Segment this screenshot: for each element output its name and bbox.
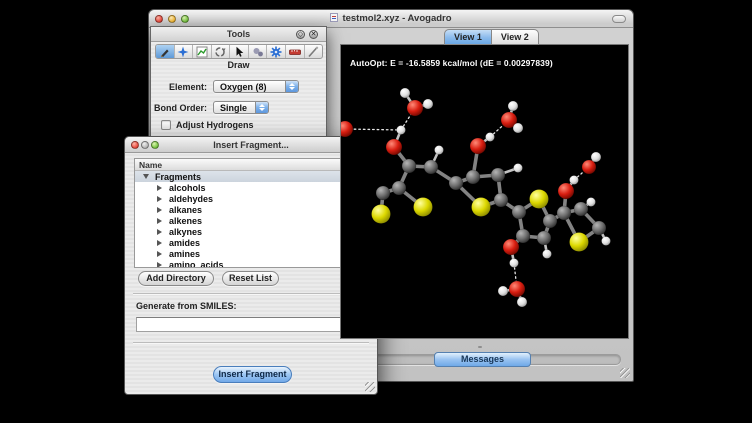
tree-item[interactable]: amino_acids (135, 259, 357, 268)
popup-arrows-icon (255, 102, 268, 113)
disclosure-closed-icon[interactable] (157, 251, 162, 257)
wand-icon (307, 46, 319, 58)
insert-fragment-button[interactable]: Insert Fragment (213, 366, 292, 383)
smiles-label: Generate from SMILES: (136, 301, 237, 311)
auto-rotate-tool-button[interactable] (249, 45, 268, 58)
draw-tool-button[interactable] (156, 45, 175, 58)
window-resize-grip[interactable] (620, 368, 630, 378)
gear-icon (270, 46, 282, 58)
molecule-svg (341, 45, 628, 338)
fragment-list: Name Fragments alcohols aldehydes alkane… (134, 158, 369, 268)
tree-item[interactable]: alcohols (135, 182, 357, 193)
pencil-icon (159, 46, 171, 58)
window-title: testmol2.xyz - Avogadro (149, 13, 633, 24)
adjust-hydrogens-checkbox[interactable] (161, 120, 171, 130)
popup-arrows-icon (285, 81, 298, 92)
tool-toolbar (155, 44, 323, 59)
document-icon (330, 13, 338, 22)
tree-item[interactable]: amides (135, 237, 357, 248)
dialog-resize-grip[interactable] (365, 382, 375, 392)
element-dropdown[interactable]: Oxygen (8) (213, 80, 299, 93)
spheres-icon (252, 46, 264, 58)
separator (133, 342, 369, 344)
tool-section-title: Draw (151, 60, 326, 70)
adjust-hydrogens-label: Adjust Hydrogens (176, 120, 254, 130)
element-label: Element: (151, 82, 207, 92)
align-tool-button[interactable] (305, 45, 323, 58)
autoopt-status-text: AutoOpt: E = -16.5859 kcal/mol (dE = 0.0… (350, 58, 553, 68)
smiles-input[interactable] (136, 317, 365, 332)
rotate-icon (214, 46, 226, 58)
manipulate-tool-button[interactable] (212, 45, 231, 58)
disclosure-closed-icon[interactable] (157, 240, 162, 246)
auto-optimize-tool-button[interactable] (267, 45, 286, 58)
toolbar-toggle-button[interactable] (612, 15, 626, 23)
ruler-icon (289, 46, 301, 58)
bond-order-dropdown[interactable]: Single (213, 101, 269, 114)
navigate-tool-button[interactable] (175, 45, 194, 58)
float-icon[interactable]: ◇ (296, 30, 305, 39)
reset-list-button[interactable]: Reset List (222, 271, 279, 286)
tools-palette-titlebar[interactable]: Tools ◇ ✕ (151, 27, 326, 42)
messages-button[interactable]: Messages (434, 352, 531, 367)
tree-item[interactable]: amines (135, 248, 357, 259)
tree-item-fragments[interactable]: Fragments (135, 171, 357, 182)
disclosure-closed-icon[interactable] (157, 218, 162, 224)
navigate-star-icon (177, 46, 189, 58)
add-directory-button[interactable]: Add Directory (138, 271, 214, 286)
fragment-rows: Fragments alcohols aldehydes alkanes alk… (135, 171, 357, 267)
bond-order-label: Bond Order: (151, 103, 207, 113)
tree-item[interactable]: alkynes (135, 226, 357, 237)
close-icon[interactable]: ✕ (309, 30, 318, 39)
bond-centric-tool-button[interactable] (193, 45, 212, 58)
tree-item[interactable]: alkenes (135, 215, 357, 226)
splitter-handle[interactable] (478, 346, 482, 348)
disclosure-open-icon[interactable] (143, 174, 149, 179)
select-tool-button[interactable] (230, 45, 249, 58)
separator (133, 293, 369, 295)
tree-item[interactable]: alkanes (135, 204, 357, 215)
disclosure-closed-icon[interactable] (157, 262, 162, 268)
gl-viewport[interactable]: AutoOpt: E = -16.5859 kcal/mol (dE = 0.0… (340, 44, 629, 339)
disclosure-closed-icon[interactable] (157, 185, 162, 191)
chart-icon (196, 46, 208, 58)
disclosure-closed-icon[interactable] (157, 196, 162, 202)
screen: testmol2.xyz - Avogadro View 1 View 2 Au… (0, 0, 752, 423)
disclosure-closed-icon[interactable] (157, 229, 162, 235)
tools-palette: Tools ◇ ✕ (150, 26, 327, 141)
disclosure-closed-icon[interactable] (157, 207, 162, 213)
tab-view-1[interactable]: View 1 (444, 29, 492, 45)
cursor-arrow-icon (233, 46, 245, 58)
list-header-name[interactable]: Name (135, 159, 368, 171)
tree-item[interactable]: aldehydes (135, 193, 357, 204)
view-tabbar: View 1 View 2 (444, 29, 539, 45)
measure-tool-button[interactable] (286, 45, 305, 58)
tab-view-2[interactable]: View 2 (492, 29, 539, 45)
